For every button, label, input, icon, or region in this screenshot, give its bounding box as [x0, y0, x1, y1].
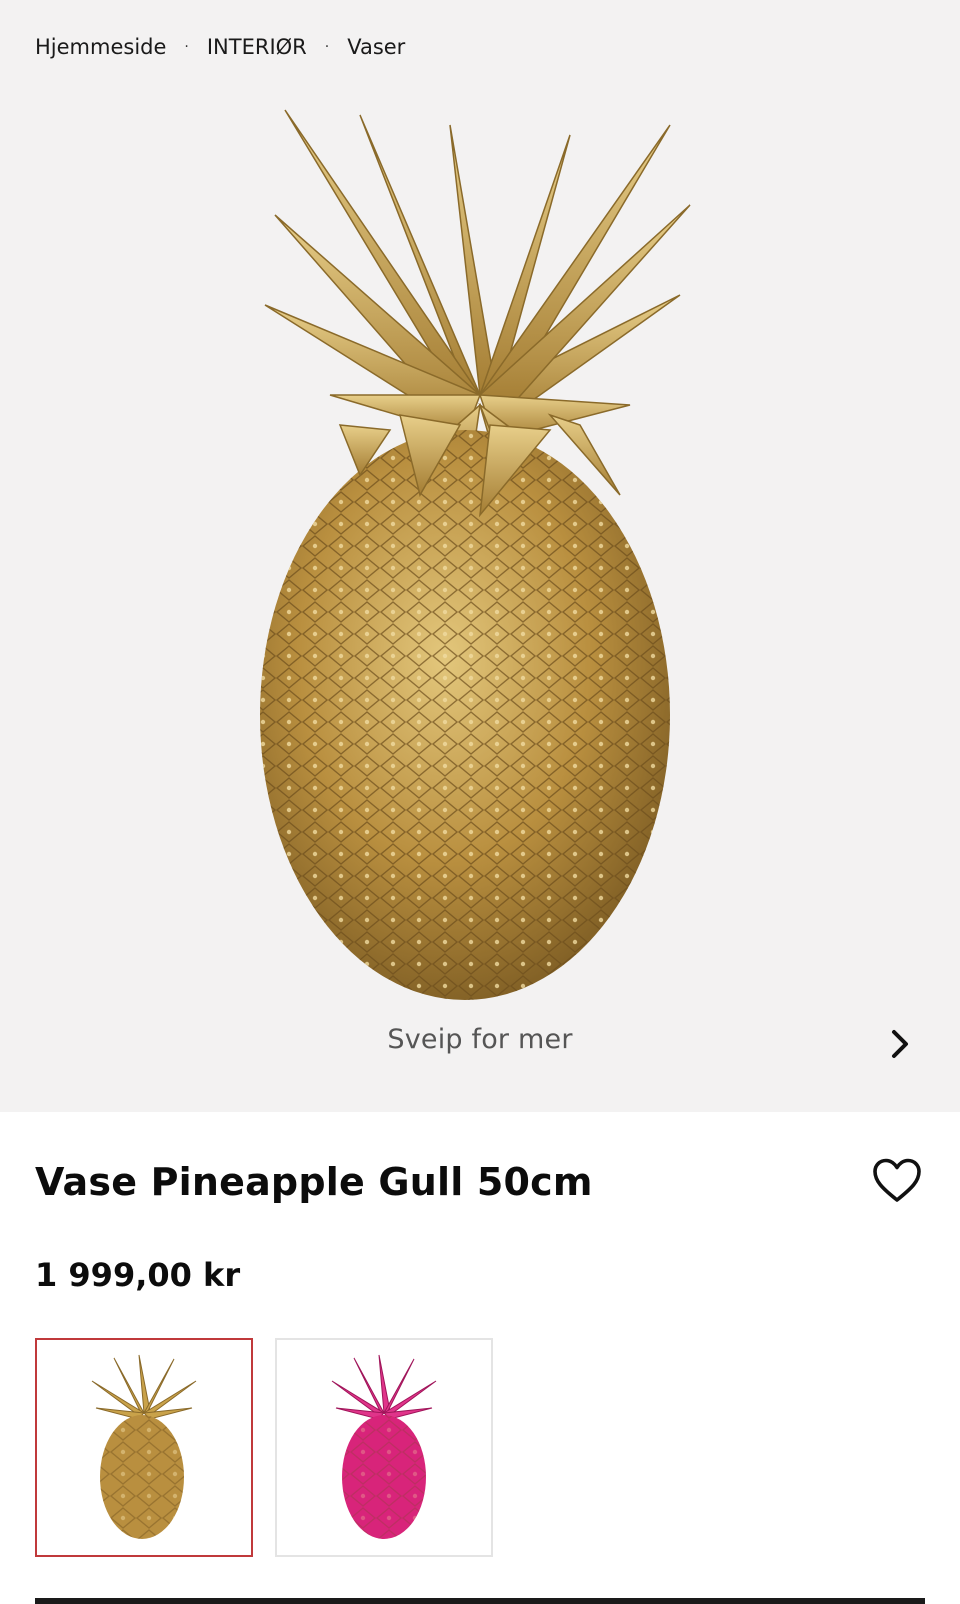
product-image[interactable] — [250, 95, 710, 1015]
breadcrumb-vases[interactable]: Vaser — [347, 35, 405, 59]
next-image-button[interactable] — [880, 1024, 920, 1064]
heart-outline-icon — [873, 1158, 921, 1202]
favorite-button[interactable] — [872, 1158, 922, 1208]
product-gallery[interactable]: Hjemmeside · INTERIØR · Vaser Sveip for … — [0, 0, 960, 1112]
breadcrumb-separator: · — [184, 39, 189, 55]
breadcrumb-separator: · — [324, 39, 330, 55]
chevron-right-icon — [892, 1030, 908, 1058]
variant-gold[interactable] — [35, 1338, 253, 1557]
breadcrumb: Hjemmeside · INTERIØR · Vaser — [35, 32, 405, 62]
swipe-hint: Sveip for mer — [387, 1024, 573, 1055]
add-to-cart-bar[interactable] — [35, 1598, 925, 1604]
breadcrumb-interior[interactable]: INTERIØR — [207, 35, 307, 59]
breadcrumb-home[interactable]: Hjemmeside — [35, 35, 166, 59]
variant-gold-thumbnail — [91, 1354, 197, 1539]
product-price: 1 999,00 kr — [35, 1256, 241, 1294]
variant-pink[interactable] — [275, 1338, 493, 1557]
variant-selector — [35, 1338, 493, 1557]
variant-pink-thumbnail — [331, 1354, 437, 1539]
product-title: Vase Pineapple Gull 50cm — [35, 1160, 593, 1204]
